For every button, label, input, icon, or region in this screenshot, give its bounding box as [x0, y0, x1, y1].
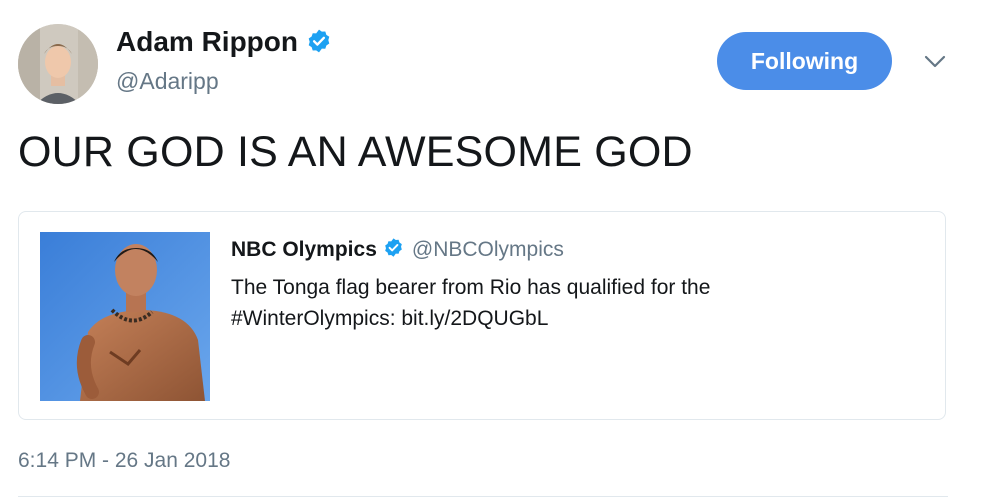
quoted-tweet-card[interactable]: NBC Olympics @NBCOlympics The Tonga flag … — [18, 211, 946, 420]
tweet-timestamp[interactable]: 6:14 PM - 26 Jan 2018 — [18, 449, 230, 473]
tweet-container: Adam Rippon @Adaripp Following OUR GOD I… — [0, 0, 990, 498]
chevron-down-icon[interactable] — [920, 50, 950, 74]
avatar-image — [18, 24, 98, 104]
quoted-tweet-text: The Tonga flag bearer from Rio has quali… — [231, 272, 911, 334]
verified-badge-icon — [383, 237, 404, 264]
author-avatar[interactable] — [18, 24, 98, 104]
quoted-text-line-2: #WinterOlympics: bit.ly/2DQUGbL — [231, 307, 549, 330]
quoted-text-line-1: The Tonga flag bearer from Rio has quali… — [231, 276, 711, 299]
author-handle[interactable]: @Adaripp — [116, 68, 219, 95]
divider — [18, 496, 948, 497]
verified-badge-icon — [306, 28, 332, 61]
quoted-author-name[interactable]: NBC Olympics — [231, 238, 377, 261]
following-button[interactable]: Following — [717, 32, 892, 90]
quoted-tweet-image[interactable] — [40, 232, 210, 401]
tweet-text: OUR GOD IS AN AWESOME GOD — [18, 128, 693, 176]
quoted-author[interactable]: NBC Olympics @NBCOlympics — [231, 237, 564, 264]
author-name-text[interactable]: Adam Rippon — [116, 26, 298, 57]
quoted-author-handle[interactable]: @NBCOlympics — [412, 238, 564, 261]
author-name[interactable]: Adam Rippon — [116, 26, 332, 61]
